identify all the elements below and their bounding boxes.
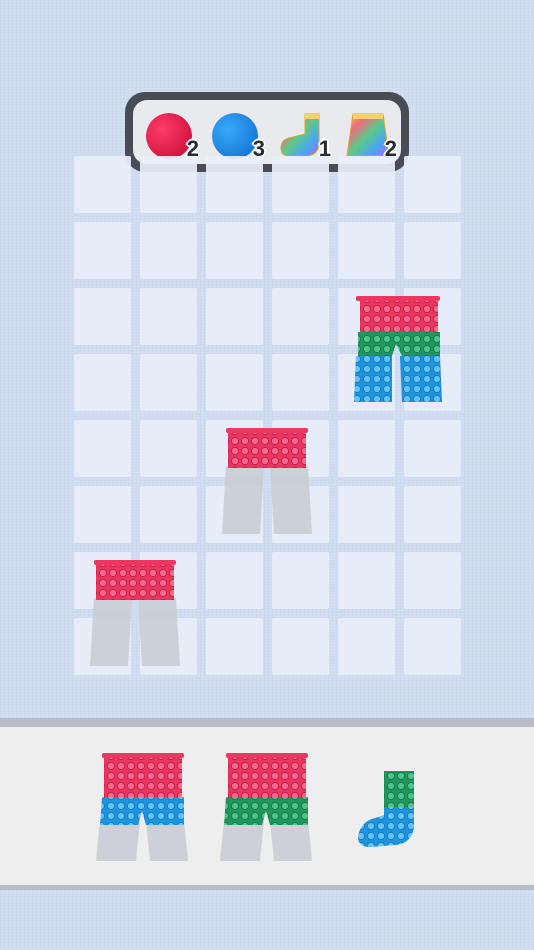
waistband xyxy=(356,296,440,301)
placed-pants-complete[interactable] xyxy=(352,294,446,406)
board-cell[interactable] xyxy=(338,486,395,543)
board-cell[interactable] xyxy=(404,156,461,213)
blue-ball-icon xyxy=(212,113,258,159)
board-cell[interactable] xyxy=(338,552,395,609)
goal-panel-inner: 2 3 1 2 xyxy=(133,100,401,164)
board-cell[interactable] xyxy=(272,618,329,675)
goal-rainbow-sock: 1 xyxy=(275,108,331,161)
board-cell[interactable] xyxy=(404,420,461,477)
board-cell[interactable] xyxy=(338,156,395,213)
placed-pants-partial-1[interactable] xyxy=(220,426,314,538)
waistband xyxy=(102,753,184,758)
board-cell[interactable] xyxy=(272,552,329,609)
board-cell[interactable] xyxy=(404,486,461,543)
board-cell[interactable] xyxy=(338,618,395,675)
waistband xyxy=(226,753,308,758)
board-cell[interactable] xyxy=(140,486,197,543)
tray-sock-green-blue[interactable] xyxy=(356,771,422,851)
board-cell[interactable] xyxy=(74,486,131,543)
board-cell[interactable] xyxy=(140,288,197,345)
board-cell[interactable] xyxy=(404,618,461,675)
board-cell[interactable] xyxy=(272,354,329,411)
board-cell[interactable] xyxy=(206,288,263,345)
board-cell[interactable] xyxy=(140,354,197,411)
waistband xyxy=(226,428,308,433)
board-cell[interactable] xyxy=(74,420,131,477)
piece-tray xyxy=(0,718,534,890)
waistband xyxy=(94,560,176,565)
goal-rainbow-sweater: 2 xyxy=(341,108,397,161)
goal-red-ball: 2 xyxy=(143,108,199,161)
tray-pants-pink-blue[interactable] xyxy=(96,751,190,863)
board-cell[interactable] xyxy=(74,222,131,279)
board-cell[interactable] xyxy=(338,420,395,477)
board-cell[interactable] xyxy=(404,222,461,279)
board-cell[interactable] xyxy=(74,156,131,213)
board-cell[interactable] xyxy=(140,222,197,279)
board-cell[interactable] xyxy=(140,156,197,213)
board-cell[interactable] xyxy=(272,222,329,279)
board-cell[interactable] xyxy=(74,288,131,345)
board-cell[interactable] xyxy=(338,222,395,279)
board-cell[interactable] xyxy=(404,552,461,609)
board-cell[interactable] xyxy=(206,354,263,411)
board-cell[interactable] xyxy=(206,222,263,279)
board-cell[interactable] xyxy=(206,552,263,609)
board-cell[interactable] xyxy=(272,156,329,213)
placed-pants-partial-2[interactable] xyxy=(88,558,182,670)
board-cell[interactable] xyxy=(140,420,197,477)
board-cell[interactable] xyxy=(272,288,329,345)
goal-blue-ball: 3 xyxy=(209,108,265,161)
tray-pants-pink-green[interactable] xyxy=(220,751,314,863)
board-cell[interactable] xyxy=(206,156,263,213)
board-cell[interactable] xyxy=(206,618,263,675)
board-cell[interactable] xyxy=(74,354,131,411)
red-ball-icon xyxy=(146,113,192,159)
